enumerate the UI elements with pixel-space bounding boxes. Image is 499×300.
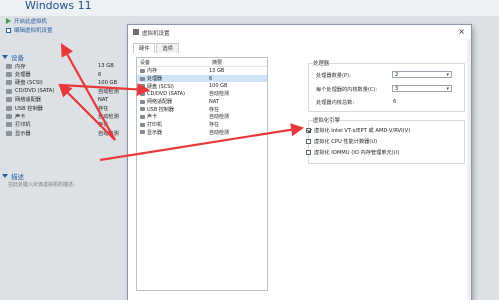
- description-placeholder[interactable]: 在此处键入对该虚拟机的描述。: [8, 181, 78, 188]
- table-row-selected[interactable]: 处理器 6: [137, 74, 267, 83]
- device-row-processor[interactable]: 处理器 6: [6, 70, 126, 78]
- device-row-printer[interactable]: 打印机 存在: [6, 121, 126, 129]
- memory-icon: [140, 68, 145, 73]
- table-row[interactable]: 声卡 自动检测: [137, 113, 267, 121]
- play-icon: [6, 18, 11, 24]
- memory-icon: [6, 63, 12, 69]
- header-device: 设备: [140, 59, 151, 66]
- vm-name: Windows 11: [25, 0, 92, 12]
- table-row[interactable]: CD/DVD (SATA) 自动检测: [137, 90, 267, 98]
- printer-icon: [6, 122, 12, 128]
- table-row[interactable]: 网络适配器 NAT: [137, 98, 267, 106]
- processor-icon: [6, 72, 12, 78]
- device-row-display[interactable]: 显示器 自动检测: [6, 129, 126, 137]
- hard-disk-icon: [6, 80, 12, 86]
- printer-icon: [140, 122, 145, 127]
- processor-group-title: 处理器: [313, 59, 330, 67]
- dialog-tabs: 硬件 选项: [133, 43, 180, 53]
- table-row[interactable]: 硬盘 (SCSI) 100 GB: [137, 82, 267, 90]
- vtx-checkbox[interactable]: [306, 128, 311, 133]
- vtx-checkbox-row[interactable]: 虚拟化 Intel VT-x/EPT 或 AMD-V/RVI(V): [306, 127, 410, 134]
- tab-hardware[interactable]: 硬件: [133, 43, 156, 53]
- collapse-triangle-icon: [2, 55, 8, 59]
- hard-disk-icon: [140, 84, 145, 89]
- processor-count-label: 处理器数量(P):: [316, 73, 351, 79]
- sound-icon: [6, 114, 12, 120]
- iommu-label: 虚拟化 IOMMU (IO 内存管理单元)(I): [314, 150, 400, 156]
- dialog-title: 虚拟机设置: [142, 30, 170, 37]
- cores-label: 每个处理器的内核数量(C):: [316, 87, 378, 93]
- device-row-memory[interactable]: 内存 13 GB: [6, 62, 126, 70]
- cores-select[interactable]: 3 ▾: [392, 85, 452, 92]
- devices-section-title: 设备: [11, 54, 24, 62]
- power-on-action[interactable]: 开启此虚拟机: [6, 17, 47, 25]
- table-header: 设备 摘要: [137, 58, 267, 67]
- processor-icon: [140, 76, 145, 81]
- network-icon: [6, 97, 12, 103]
- table-row[interactable]: 内存 13 GB: [137, 67, 267, 75]
- cores-value: 3: [395, 86, 399, 92]
- total-cores-label: 处理器内核总数:: [316, 100, 355, 106]
- device-row-cd-dvd[interactable]: CD/DVD (SATA) 自动检测: [6, 87, 126, 95]
- cd-dvd-icon: [140, 91, 145, 96]
- total-cores-value: 6: [393, 99, 397, 105]
- hardware-device-table: 设备 摘要 内存 13 GB 处理器 6 硬盘 (SCSI) 100 GB CD/DV…: [136, 57, 268, 291]
- display-icon: [6, 130, 12, 136]
- description-section-header[interactable]: 描述: [2, 171, 24, 181]
- vmware-logo-icon: [133, 29, 139, 35]
- sound-icon: [140, 114, 145, 119]
- description-section-title: 描述: [11, 173, 24, 181]
- vtx-label: 虚拟化 Intel VT-x/EPT 或 AMD-V/RVI(V): [314, 128, 411, 134]
- header-summary: 摘要: [212, 59, 223, 66]
- processor-count-select[interactable]: 2 ▾: [392, 71, 452, 78]
- processor-count-value: 2: [395, 72, 399, 78]
- device-row-hard-disk[interactable]: 硬盘 (SCSI) 100 GB: [6, 79, 126, 87]
- devices-section-header[interactable]: 设备: [2, 52, 24, 62]
- cpu-counter-label: 虚拟化 CPU 性能计数器(U): [314, 139, 378, 145]
- iommu-checkbox[interactable]: [306, 150, 311, 155]
- table-row[interactable]: USB 控制器 存在: [137, 105, 267, 113]
- usb-icon: [140, 107, 145, 112]
- edit-settings-icon: [6, 27, 11, 33]
- edit-settings-action[interactable]: 编辑虚拟机设置: [6, 26, 53, 34]
- tab-options[interactable]: 选项: [156, 43, 179, 53]
- device-row-network[interactable]: 网络适配器 NAT: [6, 96, 126, 104]
- close-icon[interactable]: ×: [458, 27, 465, 36]
- cd-dvd-icon: [6, 88, 12, 94]
- virtualization-group-title: 虚拟化引擎: [313, 116, 340, 124]
- chevron-down-icon: ▾: [446, 72, 449, 78]
- network-icon: [140, 99, 145, 104]
- device-list: 内存 13 GB 处理器 6 硬盘 (SCSI) 100 GB CD/DVD (SAT…: [6, 62, 126, 138]
- cpu-counter-checkbox-row[interactable]: 虚拟化 CPU 性能计数器(U): [306, 138, 377, 145]
- power-on-label: 开启此虚拟机: [14, 19, 48, 25]
- chevron-down-icon: ▾: [446, 86, 449, 92]
- device-row-usb[interactable]: USB 控制器 存在: [6, 104, 126, 112]
- display-icon: [140, 130, 145, 135]
- vm-tab-header: Windows 11: [0, 0, 499, 16]
- dialog-scrollbar[interactable]: [467, 39, 471, 300]
- dialog-titlebar: 虚拟机设置 ×: [128, 25, 471, 39]
- cpu-counter-checkbox[interactable]: [306, 139, 311, 144]
- edit-settings-label: 编辑虚拟机设置: [14, 28, 53, 34]
- table-row[interactable]: 打印机 存在: [137, 121, 267, 129]
- device-row-sound[interactable]: 声卡 自动检测: [6, 112, 126, 120]
- iommu-checkbox-row[interactable]: 虚拟化 IOMMU (IO 内存管理单元)(I): [306, 149, 399, 156]
- usb-icon: [6, 105, 12, 111]
- collapse-triangle-icon: [2, 174, 8, 178]
- table-row[interactable]: 显示器 自动检测: [137, 129, 267, 137]
